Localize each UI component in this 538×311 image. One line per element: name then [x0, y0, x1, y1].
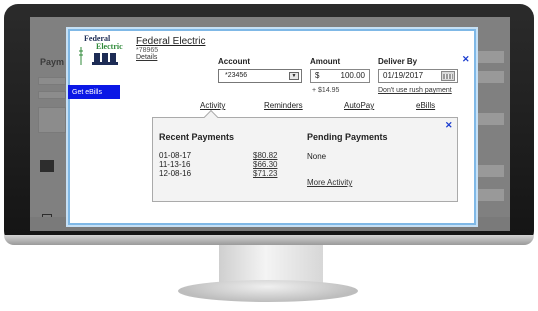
currency-symbol: $ — [315, 71, 320, 80]
background-panel — [38, 107, 66, 133]
payment-amount-link[interactable]: $80.82 — [253, 151, 277, 160]
payment-amount-link[interactable]: $71.23 — [253, 169, 277, 178]
background-row — [38, 77, 66, 85]
close-icon[interactable]: ✕ — [462, 55, 470, 64]
details-link[interactable]: Details — [136, 54, 157, 61]
amount-value: 100.00 — [340, 71, 365, 80]
payment-amount-link[interactable]: $66.30 — [253, 160, 277, 169]
company-logo: Federal Electric — [76, 35, 132, 65]
background-row — [472, 113, 504, 125]
chevron-down-icon[interactable]: ▼ — [289, 72, 299, 80]
account-label: Account — [218, 57, 250, 66]
payment-date: 11-13-16 — [159, 160, 191, 169]
payment-date: 01-08-17 — [159, 151, 192, 160]
recent-payments-heading: Recent Payments — [159, 132, 235, 142]
dont-use-rush-link[interactable]: Don't use rush payment — [378, 87, 452, 94]
tab-reminders[interactable]: Reminders — [264, 101, 303, 110]
tab-activity[interactable]: Activity — [200, 101, 225, 110]
amount-label: Amount — [310, 57, 341, 66]
calendar-icon[interactable] — [441, 71, 455, 81]
power-plant-icon — [79, 47, 118, 65]
home-icon — [40, 160, 54, 172]
account-select[interactable]: *23456 ▼ — [218, 69, 302, 83]
monitor-base — [178, 280, 358, 302]
monitor-stand — [219, 245, 323, 285]
payment-date: 12-08-16 — [159, 169, 192, 178]
deliver-by-label: Deliver By — [378, 57, 418, 66]
biller-name-link[interactable]: Federal Electric — [136, 36, 205, 47]
background-row — [472, 51, 504, 63]
more-activity-link[interactable]: More Activity — [307, 178, 352, 187]
account-select-value: *23456 — [225, 72, 248, 79]
pending-none-text: None — [307, 152, 327, 161]
background-row — [472, 165, 504, 177]
background-row — [472, 71, 504, 83]
biller-modal: Federal Electric Federal Electric *78965… — [68, 29, 476, 225]
background-row — [472, 189, 504, 201]
background-page-title: Paym — [40, 57, 65, 67]
close-icon[interactable]: ✕ — [445, 121, 453, 130]
background-row — [38, 91, 66, 99]
tab-autopay[interactable]: AutoPay — [344, 101, 374, 110]
get-ebills-button[interactable]: Get eBills — [68, 85, 120, 99]
deliver-by-input[interactable]: 01/19/2017 — [378, 69, 458, 83]
biller-account-number: *78965 — [136, 47, 159, 54]
activity-panel: ✕ Recent Payments Pending Payments 01-08… — [152, 117, 458, 202]
amount-input[interactable]: $ 100.00 — [310, 69, 370, 83]
deliver-by-value: 01/19/2017 — [383, 71, 424, 80]
rush-fee: + $14.95 — [312, 87, 340, 94]
tab-ebills[interactable]: eBills — [416, 101, 435, 110]
pending-payments-heading: Pending Payments — [307, 132, 388, 142]
screen: Paym Federal Electric Federal Electric *… — [30, 17, 510, 231]
monitor-frame: Paym Federal Electric Federal Electric *… — [4, 4, 534, 245]
